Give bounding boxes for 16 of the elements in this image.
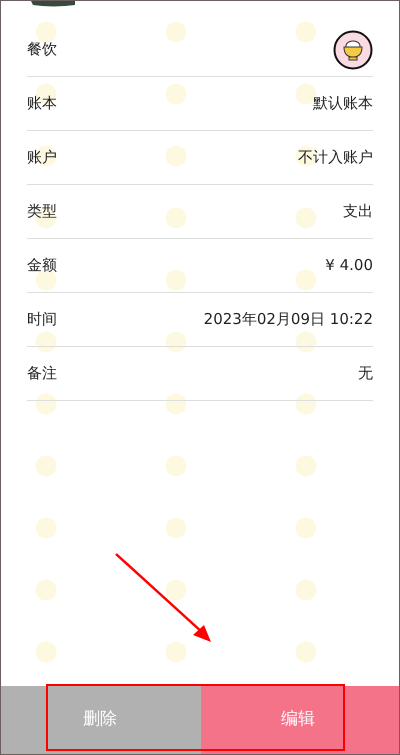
delete-button[interactable]: 删除	[1, 686, 201, 754]
field-label: 账本	[27, 93, 57, 114]
field-label: 金额	[27, 255, 57, 276]
field-label: 餐饮	[27, 39, 57, 60]
edit-button[interactable]: 编辑	[201, 686, 399, 754]
field-label: 类型	[27, 201, 57, 222]
field-value: ¥ 4.00	[325, 255, 373, 276]
field-label: 备注	[27, 363, 57, 384]
field-label: 账户	[27, 147, 57, 168]
field-value: 2023年02月09日 10:22	[204, 309, 373, 330]
rice-bowl-icon[interactable]	[333, 30, 373, 70]
field-value: 无	[358, 363, 373, 384]
field-value: 默认账本	[313, 93, 373, 114]
field-value: 不计入账户	[298, 147, 373, 168]
field-label: 时间	[27, 309, 57, 330]
field-value: 支出	[343, 201, 373, 222]
